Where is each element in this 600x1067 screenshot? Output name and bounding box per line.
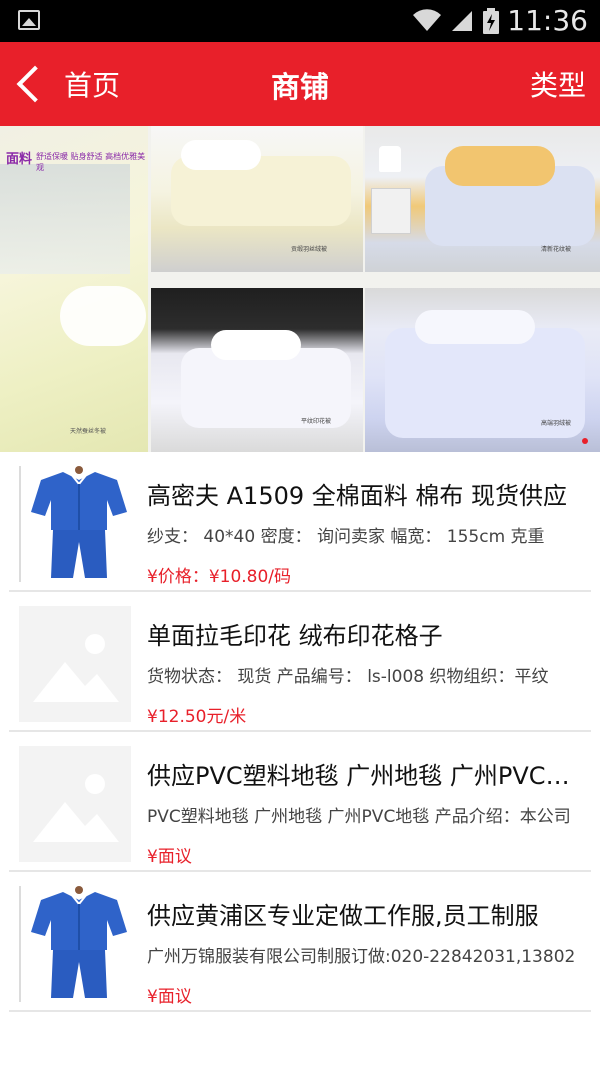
- app-header: 首页 商铺 类型: [0, 42, 600, 126]
- list-item[interactable]: 高密夫 A1509 全棉面料 棉布 现货供应 纱支： 40*40 密度： 询问卖…: [9, 452, 591, 592]
- banner-brand: 面料: [6, 152, 33, 167]
- back-label: 首页: [64, 69, 121, 102]
- tile-1-caption: 贡缎羽丝绒被: [291, 246, 328, 253]
- status-time: 11:36: [507, 4, 588, 37]
- product-desc: 广州万锦服装有限公司制服订做:020-22842031,13802: [147, 947, 576, 967]
- product-thumbnail: [19, 886, 131, 1002]
- product-desc: 纱支： 40*40 密度： 询问卖家 幅宽： 155cm 克重: [147, 527, 545, 547]
- wifi-icon: [413, 9, 441, 31]
- list-item[interactable]: 单面拉毛印花 绒布印花格子 货物状态： 现货 产品编号： ls-l008 织物组…: [9, 592, 591, 732]
- product-thumbnail: [19, 746, 131, 862]
- list-item[interactable]: 供应PVC塑料地毯 广州地毯 广州PVC地毯 PVC塑料地毯 广州地毯 广州PV…: [9, 732, 593, 872]
- battery-charging-icon: [483, 8, 499, 34]
- product-title: 供应PVC塑料地毯 广州地毯 广州PVC地毯: [147, 762, 593, 790]
- back-button[interactable]: 首页: [14, 60, 120, 108]
- product-price: ¥价格：¥10.80/码: [147, 567, 292, 587]
- product-title: 单面拉毛印花 绒布印花格子: [147, 622, 443, 650]
- image-placeholder-icon: [23, 606, 127, 722]
- banner-pillow: [60, 286, 146, 346]
- chevron-left-icon: [16, 65, 54, 103]
- banner-tile-3: 平纹印花被: [151, 288, 363, 452]
- product-desc: 货物状态： 现货 产品编号： ls-l008 织物组织：平纹: [147, 667, 549, 687]
- product-title: 供应黄浦区专业定做工作服,员工制服: [147, 902, 539, 930]
- workwear-image: [27, 466, 131, 582]
- tile-3-caption: 平纹印花被: [301, 418, 332, 425]
- product-thumbnail: [19, 466, 131, 582]
- banner-tile-4: 高端羽绒被: [365, 288, 600, 452]
- banner-main-image: 面料 舒适保暖 贴身舒适 高档优雅美观 天然蚕丝冬被: [0, 126, 148, 452]
- banner-tile-1: 贡缎羽丝绒被: [151, 126, 363, 272]
- banner-brand-sub: 舒适保暖 贴身舒适 高档优雅美观: [36, 152, 146, 172]
- product-desc: PVC塑料地毯 广州地毯 广州PVC地毯 产品介绍：本公司: [147, 807, 571, 827]
- product-price: ¥面议: [147, 987, 192, 1007]
- carousel-indicator[interactable]: [582, 438, 588, 444]
- product-thumbnail: [19, 606, 131, 722]
- tile-4-caption: 高端羽绒被: [541, 420, 572, 427]
- banner-tile-2: 清新花纹被: [365, 126, 600, 272]
- banner-caption: 天然蚕丝冬被: [70, 428, 107, 435]
- signal-icon: [452, 11, 472, 31]
- status-icons: [412, 8, 500, 34]
- banner-carousel[interactable]: 面料 舒适保暖 贴身舒适 高档优雅美观 天然蚕丝冬被 贡缎羽丝绒被 清新花纹被 …: [0, 126, 600, 452]
- product-list: 高密夫 A1509 全棉面料 棉布 现货供应 纱支： 40*40 密度： 询问卖…: [0, 452, 600, 1012]
- product-price: ¥面议: [147, 847, 192, 867]
- product-price: ¥12.50元/米: [147, 707, 247, 727]
- status-bar: 11:36: [0, 0, 600, 42]
- tile-2-caption: 清新花纹被: [541, 246, 572, 253]
- product-title: 高密夫 A1509 全棉面料 棉布 现货供应: [147, 482, 568, 510]
- category-button[interactable]: 类型: [530, 64, 586, 104]
- workwear-image: [27, 886, 131, 1002]
- image-icon: [18, 10, 40, 30]
- banner-window: [0, 164, 130, 274]
- list-item[interactable]: 供应黄浦区专业定做工作服,员工制服 广州万锦服装有限公司制服订做:020-228…: [9, 872, 591, 1012]
- image-placeholder-icon: [23, 746, 127, 862]
